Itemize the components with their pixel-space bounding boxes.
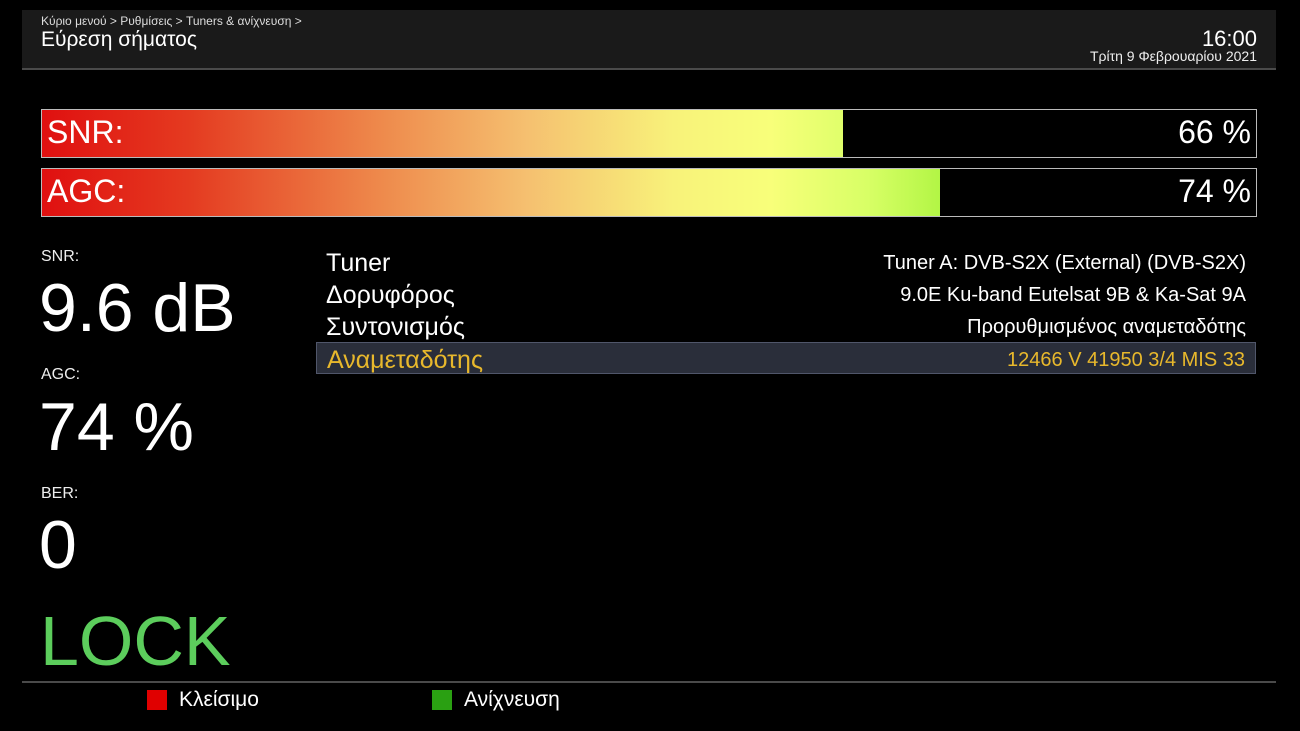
agc-bar-label: AGC:: [47, 173, 126, 209]
agc-metric-label: AGC:: [41, 366, 81, 383]
snr-bar-percent: 66 %: [1178, 114, 1251, 150]
info-value: 12466 V 41950 3/4 MIS 33: [1007, 349, 1245, 371]
info-key: Δορυφόρος: [326, 281, 455, 309]
agc-bar-fill: [42, 169, 941, 216]
scan-button[interactable]: Ανίχνευση: [432, 688, 560, 712]
snr-bar: SNR: 66 %: [41, 109, 1257, 158]
scan-label: Ανίχνευση: [464, 688, 560, 711]
info-row-tuner[interactable]: Tuner Tuner A: DVB-S2X (External) (DVB-S…: [316, 246, 1256, 278]
snr-bar-fill: [42, 110, 844, 157]
info-key: Αναμεταδότης: [327, 346, 483, 374]
info-row-transponder[interactable]: Αναμεταδότης 12466 V 41950 3/4 MIS 33: [316, 342, 1256, 374]
close-button[interactable]: Κλείσιμο: [147, 688, 259, 712]
agc-bar: AGC: 74 %: [41, 168, 1257, 217]
info-value: Προρυθμισμένος αναμεταδότης: [967, 316, 1246, 338]
snr-metric-value: 9.6 dB: [39, 270, 236, 346]
breadcrumb: Κύριο μενού > Ρυθμίσεις > Tuners & ανίχν…: [41, 14, 302, 28]
snr-metric-label: SNR:: [41, 248, 80, 265]
ber-metric-value: 0: [39, 507, 77, 583]
info-row-tuning[interactable]: Συντονισμός Προρυθμισμένος αναμεταδότης: [316, 310, 1256, 342]
snr-bar-label: SNR:: [47, 114, 124, 150]
lock-status: LOCK: [40, 602, 231, 680]
red-key-icon: [147, 690, 167, 710]
agc-bar-gradient: [42, 169, 941, 216]
info-value: Tuner A: DVB-S2X (External) (DVB-S2X): [883, 252, 1246, 274]
page-title: Εύρεση σήματος: [41, 28, 197, 51]
info-value: 9.0E Ku-band Eutelsat 9B & Ka-Sat 9A: [900, 284, 1246, 306]
green-key-icon: [432, 690, 452, 710]
agc-bar-percent: 74 %: [1178, 173, 1251, 209]
header-bar: Κύριο μενού > Ρυθμίσεις > Tuners & ανίχν…: [22, 10, 1276, 70]
footer-divider: [22, 681, 1276, 683]
signal-finder-screen: Κύριο μενού > Ρυθμίσεις > Tuners & ανίχν…: [0, 0, 1300, 731]
date: Τρίτη 9 Φεβρουαρίου 2021: [1089, 48, 1257, 64]
info-key: Συντονισμός: [326, 313, 465, 341]
tuner-info-list: Tuner Tuner A: DVB-S2X (External) (DVB-S…: [316, 246, 1256, 374]
ber-metric-label: BER:: [41, 485, 79, 502]
close-label: Κλείσιμο: [179, 688, 259, 711]
snr-bar-gradient: [42, 110, 844, 157]
info-key: Tuner: [326, 249, 391, 277]
agc-metric-value: 74 %: [39, 389, 194, 465]
info-row-satellite[interactable]: Δορυφόρος 9.0E Ku-band Eutelsat 9B & Ka-…: [316, 278, 1256, 310]
